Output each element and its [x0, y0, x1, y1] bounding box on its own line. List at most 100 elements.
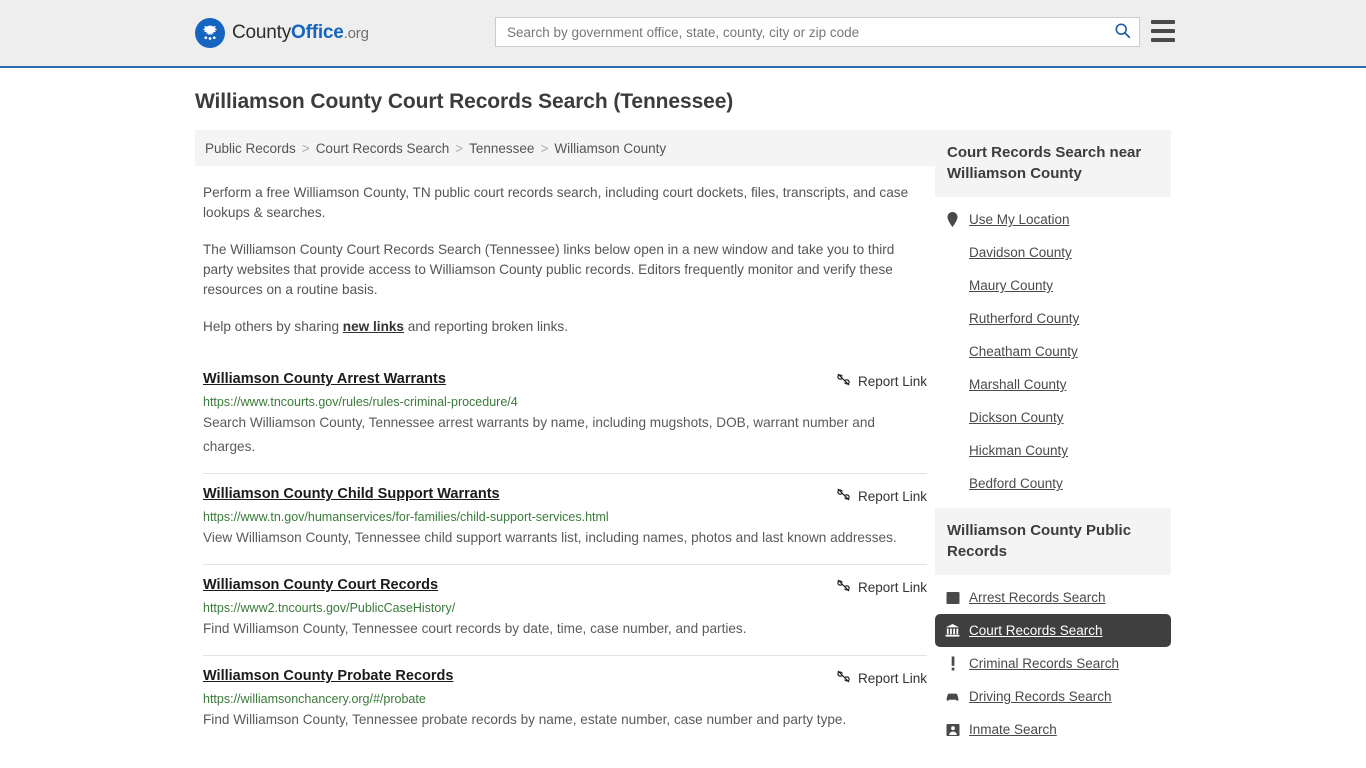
page-title: Williamson County Court Records Search (…: [195, 90, 734, 113]
result-item: Williamson County Child Support Warrants…: [203, 473, 927, 564]
search-bar[interactable]: [495, 17, 1140, 47]
result-description: Find Williamson County, Tennessee court …: [203, 621, 747, 636]
map-pin-icon: [945, 212, 960, 227]
sidebar-item-maury-county[interactable]: Maury County: [935, 269, 1171, 302]
sidebar-item-arrest-records-search[interactable]: Arrest Records Search: [935, 581, 1171, 614]
sidebar-item-court-records-search[interactable]: Court Records Search: [935, 614, 1171, 647]
no-icon-spacer: [945, 278, 960, 293]
intro-paragraph-1: Perform a free Williamson County, TN pub…: [203, 185, 909, 220]
sidebar-item-label: Use My Location: [969, 212, 1070, 227]
sidebar-item-label: Court Records Search: [969, 623, 1103, 638]
result-description: Search Williamson County, Tennessee arre…: [203, 415, 875, 454]
search-button[interactable]: [1105, 18, 1139, 46]
no-icon-spacer: [945, 245, 960, 260]
result-url: https://williamsonchancery.org/#/probate: [203, 692, 426, 706]
content-grid: Public Records > Court Records Search > Tenn…: [195, 130, 1171, 754]
sidebar-item-driving-records-search[interactable]: Driving Records Search: [935, 680, 1171, 713]
no-icon-spacer: [945, 377, 960, 392]
logo-text-org: .org: [343, 25, 369, 42]
sidebar-public-records-list: Arrest Records Search Court Records Searc…: [935, 575, 1171, 746]
sidebar-item-label: Cheatham County: [969, 344, 1078, 359]
result-description: Find Williamson County, Tennessee probat…: [203, 712, 847, 727]
result-header: Williamson County Probate Records Report …: [203, 668, 927, 687]
report-link-button[interactable]: Report Link: [836, 372, 927, 390]
broken-link-icon: [836, 578, 851, 596]
result-item: Williamson County Probate Records Report …: [203, 655, 927, 746]
result-header: Williamson County Arrest Warrants Report …: [203, 371, 927, 390]
sidebar-item-label: Arrest Records Search: [969, 590, 1106, 605]
breadcrumb-separator: >: [301, 140, 310, 156]
breadcrumb-separator: >: [455, 140, 464, 156]
sidebar-card-nearby: Court Records Search near Williamson Cou…: [935, 130, 1171, 500]
sidebar-item-bedford-county[interactable]: Bedford County: [935, 467, 1171, 500]
report-link-button[interactable]: Report Link: [836, 487, 927, 505]
sidebar-item-hickman-county[interactable]: Hickman County: [935, 434, 1171, 467]
report-link-button[interactable]: Report Link: [836, 578, 927, 596]
sidebar-item-label: Inmate Search: [969, 722, 1057, 737]
breadcrumb-item[interactable]: Public Records: [205, 141, 296, 156]
report-link-label: Report Link: [857, 488, 927, 504]
hamburger-menu-icon[interactable]: [1151, 20, 1175, 42]
intro-p3-before: Help others by sharing: [203, 319, 343, 334]
logo-text: CountyOffice.org: [232, 22, 369, 44]
result-description: View Williamson County, Tennessee child …: [203, 530, 897, 545]
new-links-link[interactable]: new links: [343, 319, 404, 334]
inmate-icon: [945, 722, 960, 737]
no-icon-spacer: [945, 476, 960, 491]
breadcrumb-item[interactable]: Court Records Search: [316, 141, 450, 156]
courthouse-icon: [945, 623, 960, 638]
sidebar-item-cheatham-county[interactable]: Cheatham County: [935, 335, 1171, 368]
sidebar-item-label: Driving Records Search: [969, 689, 1112, 704]
report-link-button[interactable]: Report Link: [836, 669, 927, 687]
hamburger-bar: [1151, 38, 1175, 42]
report-link-label: Report Link: [857, 579, 927, 595]
sidebar-item-label: Marshall County: [969, 377, 1067, 392]
hamburger-bar: [1151, 29, 1175, 33]
sidebar-item-rutherford-county[interactable]: Rutherford County: [935, 302, 1171, 335]
sidebar-item-label: Bedford County: [969, 476, 1063, 491]
main-column: Public Records > Court Records Search > Tenn…: [195, 130, 935, 754]
no-icon-spacer: [945, 344, 960, 359]
result-title-link[interactable]: Williamson County Arrest Warrants: [203, 371, 446, 387]
hamburger-bar: [1151, 20, 1175, 24]
sidebar-public-records-heading: Williamson County Public Records: [935, 508, 1171, 575]
sidebar-card-public-records: Williamson County Public Records Arrest …: [935, 508, 1171, 746]
report-link-label: Report Link: [857, 373, 927, 389]
intro-paragraph-2: The Williamson County Court Records Sear…: [203, 242, 895, 297]
intro-paragraph-3: Help others by sharing new links and rep…: [203, 317, 927, 337]
broken-link-icon: [836, 669, 851, 687]
result-title-link[interactable]: Williamson County Child Support Warrants: [203, 486, 500, 502]
sidebar-item-davidson-county[interactable]: Davidson County: [935, 236, 1171, 269]
no-icon-spacer: [945, 311, 960, 326]
breadcrumb-item[interactable]: Tennessee: [469, 141, 534, 156]
result-header: Williamson County Child Support Warrants…: [203, 486, 927, 505]
breadcrumb: Public Records > Court Records Search > Tenn…: [195, 130, 935, 166]
result-title-link[interactable]: Williamson County Probate Records: [203, 668, 453, 684]
logo-text-office: Office: [291, 22, 344, 43]
sidebar-item-criminal-records-search[interactable]: Criminal Records Search: [935, 647, 1171, 680]
breadcrumb-separator: >: [540, 140, 549, 156]
results-list: Williamson County Arrest Warrants Report …: [195, 359, 935, 746]
sidebar-nearby-heading: Court Records Search near Williamson Cou…: [935, 130, 1171, 197]
sidebar-item-label: Davidson County: [969, 245, 1072, 260]
sidebar-nearby-list: Use My Location Davidson County Maury Coun…: [935, 197, 1171, 500]
search-icon: [1114, 22, 1131, 42]
site-logo[interactable]: CountyOffice.org: [195, 18, 369, 48]
sidebar-item-label: Hickman County: [969, 443, 1069, 458]
eagle-seal-icon: [195, 18, 225, 48]
breadcrumb-item[interactable]: Williamson County: [554, 141, 666, 156]
fingerprint-icon: [945, 590, 960, 605]
search-input[interactable]: [496, 18, 1105, 46]
result-header: Williamson County Court Records Report Li…: [203, 577, 927, 596]
exclamation-icon: [945, 656, 960, 671]
broken-link-icon: [836, 372, 851, 390]
sidebar-item-label: Rutherford County: [969, 311, 1080, 326]
result-title-link[interactable]: Williamson County Court Records: [203, 577, 438, 593]
intro-section: Perform a free Williamson County, TN pub…: [195, 183, 935, 337]
broken-link-icon: [836, 487, 851, 505]
sidebar-item-marshall-county[interactable]: Marshall County: [935, 368, 1171, 401]
sidebar-item-use-my-location[interactable]: Use My Location: [935, 203, 1171, 236]
sidebar-item-label: Maury County: [969, 278, 1054, 293]
sidebar-item-inmate-search[interactable]: Inmate Search: [935, 713, 1171, 746]
sidebar-item-dickson-county[interactable]: Dickson County: [935, 401, 1171, 434]
